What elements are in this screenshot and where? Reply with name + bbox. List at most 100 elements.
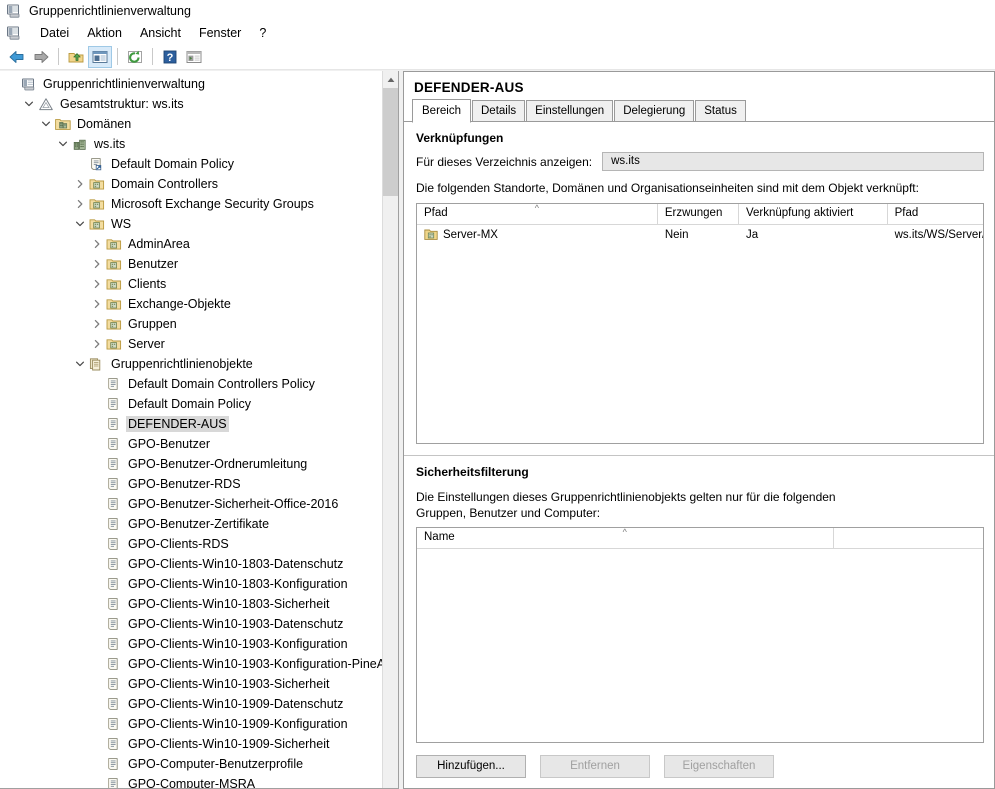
tree-item[interactable]: GPO-Clients-Win10-1909-Konfiguration <box>0 714 383 734</box>
chevron-down-icon[interactable] <box>72 216 88 232</box>
tree-item[interactable]: GPO-Clients-Win10-1903-Datenschutz <box>0 614 383 634</box>
column-header-erzwungen[interactable]: Erzwungen <box>658 204 739 224</box>
column-header-verknuepfung-aktiviert[interactable]: Verknüpfung aktiviert <box>739 204 888 224</box>
add-button[interactable]: Hinzufügen... <box>416 755 526 778</box>
tree-item-label: AdminArea <box>128 237 190 251</box>
help-icon[interactable]: ? <box>158 46 182 68</box>
tree-item[interactable]: Default Domain Policy <box>0 154 383 174</box>
sort-ascending-icon: ^ <box>622 528 627 537</box>
chevron-down-icon[interactable] <box>72 356 88 372</box>
menu-fenster[interactable]: Fenster <box>190 23 250 43</box>
tree-item-label: GPO-Clients-Win10-1803-Datenschutz <box>128 557 344 571</box>
tree-item-label: Default Domain Policy <box>128 397 251 411</box>
scope-combobox[interactable]: ws.its <box>602 152 984 171</box>
tree-item[interactable]: GPO-Computer-Benutzerprofile <box>0 754 383 774</box>
ou-icon <box>424 228 438 241</box>
tab-einstellungen[interactable]: Einstellungen <box>526 100 614 122</box>
column-header-pfad-full[interactable]: Pfad <box>888 204 983 224</box>
chevron-right-icon[interactable] <box>89 236 105 252</box>
chevron-right-icon[interactable] <box>72 196 88 212</box>
tree-item[interactable]: Domänen <box>0 114 383 134</box>
tree-item[interactable]: Benutzer <box>0 254 383 274</box>
tree-item[interactable]: Default Domain Policy <box>0 394 383 414</box>
tab-details[interactable]: Details <box>472 100 526 122</box>
links-listview[interactable]: ^ Pfad Erzwungen Verknüpfung aktiviert P… <box>416 203 984 444</box>
tree-item[interactable]: Domain Controllers <box>0 174 383 194</box>
security-filtering-header: ^ Name <box>417 528 983 549</box>
tree-item[interactable]: Clients <box>0 274 383 294</box>
tree-item[interactable]: WS <box>0 214 383 234</box>
tree-item[interactable]: Gesamtstruktur: ws.its <box>0 94 383 114</box>
tree-item[interactable]: GPO-Clients-Win10-1803-Datenschutz <box>0 554 383 574</box>
menu-aktion[interactable]: Aktion <box>78 23 131 43</box>
tree-item[interactable]: GPO-Clients-Win10-1803-Konfiguration <box>0 574 383 594</box>
refresh-icon[interactable] <box>123 46 147 68</box>
tree-vertical-scrollbar[interactable] <box>382 71 398 788</box>
column-header-pfad[interactable]: ^ Pfad <box>417 204 658 224</box>
gpo-link-icon <box>88 156 106 172</box>
tab-bereich[interactable]: Bereich <box>412 99 471 123</box>
tree-item[interactable]: Microsoft Exchange Security Groups <box>0 194 383 214</box>
tree-item[interactable]: Default Domain Controllers Policy <box>0 374 383 394</box>
tree-item-label: Benutzer <box>128 257 179 271</box>
tab-status[interactable]: Status <box>695 100 746 122</box>
tree-item[interactable]: GPO-Clients-Win10-1803-Sicherheit <box>0 594 383 614</box>
tree-item-label: GPO-Benutzer-Sicherheit-Office-2016 <box>128 497 339 511</box>
domain-icon <box>71 136 89 152</box>
tree-item[interactable]: Server <box>0 334 383 354</box>
table-row[interactable]: Server-MX Nein Ja ws.its/WS/Server/ <box>417 225 983 244</box>
chevron-right-icon[interactable] <box>72 176 88 192</box>
links-description: Die folgenden Standorte, Domänen und Org… <box>416 181 919 195</box>
chevron-down-icon[interactable] <box>21 96 37 112</box>
tree-item-label: GPO-Benutzer <box>128 437 210 451</box>
tree-item-label: GPO-Clients-Win10-1909-Datenschutz <box>128 697 344 711</box>
tree-item[interactable]: GPO-Computer-MSRA <box>0 774 383 788</box>
tree-item[interactable]: GPO-Benutzer-Sicherheit-Office-2016 <box>0 494 383 514</box>
chevron-right-icon[interactable] <box>89 276 105 292</box>
menu-help[interactable]: ? <box>250 23 275 43</box>
tree-item[interactable]: ws.its <box>0 134 383 154</box>
chevron-right-icon[interactable] <box>89 256 105 272</box>
chevron-down-icon[interactable] <box>55 136 71 152</box>
tree-item-label: Gesamtstruktur: ws.its <box>60 97 184 111</box>
tree-item[interactable]: GPO-Clients-RDS <box>0 534 383 554</box>
toolbar-separator <box>58 48 59 65</box>
column-header-blank[interactable] <box>834 528 983 548</box>
tree-item[interactable]: GPO-Clients-Win10-1903-Konfiguration-Pin… <box>0 654 383 674</box>
tree-item[interactable]: Gruppenrichtlinienobjekte <box>0 354 383 374</box>
tree-item[interactable]: DEFENDER-AUS <box>0 414 383 434</box>
scrollbar-thumb[interactable] <box>383 88 398 196</box>
show-hide-console-tree-icon[interactable] <box>88 45 112 68</box>
up-folder-icon[interactable] <box>64 46 88 68</box>
menu-ansicht[interactable]: Ansicht <box>131 23 190 43</box>
back-icon[interactable] <box>5 46 29 68</box>
tree-item[interactable]: GPO-Benutzer <box>0 434 383 454</box>
tree-item[interactable]: GPO-Benutzer-Ordnerumleitung <box>0 454 383 474</box>
tree-item[interactable]: Gruppen <box>0 314 383 334</box>
tree-item[interactable]: Exchange-Objekte <box>0 294 383 314</box>
tree-item[interactable]: GPO-Benutzer-RDS <box>0 474 383 494</box>
tree-item[interactable]: Gruppenrichtlinienverwaltung <box>0 74 383 94</box>
security-filtering-description: Die Einstellungen dieses Gruppenrichtlin… <box>416 490 836 520</box>
tree-item-label: ws.its <box>94 137 126 151</box>
tree-item[interactable]: AdminArea <box>0 234 383 254</box>
tab-delegierung[interactable]: Delegierung <box>614 100 695 122</box>
scroll-up-icon[interactable] <box>383 71 398 88</box>
tree-item[interactable]: GPO-Clients-Win10-1909-Sicherheit <box>0 734 383 754</box>
column-header-name[interactable]: ^ Name <box>417 528 834 548</box>
menu-datei[interactable]: Datei <box>31 23 78 43</box>
chevron-down-icon[interactable] <box>38 116 54 132</box>
chevron-right-icon[interactable] <box>89 296 105 312</box>
tree-item[interactable]: GPO-Clients-Win10-1909-Datenschutz <box>0 694 383 714</box>
chevron-right-icon[interactable] <box>89 316 105 332</box>
tree-item[interactable]: GPO-Benutzer-Zertifikate <box>0 514 383 534</box>
console-tree[interactable]: Gruppenrichtlinienverwaltung Gesamtstrukt… <box>0 71 383 788</box>
forward-icon[interactable] <box>29 46 53 68</box>
show-action-pane-icon[interactable] <box>182 46 206 68</box>
security-filtering-listview[interactable]: ^ Name <box>416 527 984 743</box>
chevron-right-icon[interactable] <box>89 336 105 352</box>
tree-item[interactable]: GPO-Clients-Win10-1903-Konfiguration <box>0 634 383 654</box>
tree-item[interactable]: GPO-Clients-Win10-1903-Sicherheit <box>0 674 383 694</box>
